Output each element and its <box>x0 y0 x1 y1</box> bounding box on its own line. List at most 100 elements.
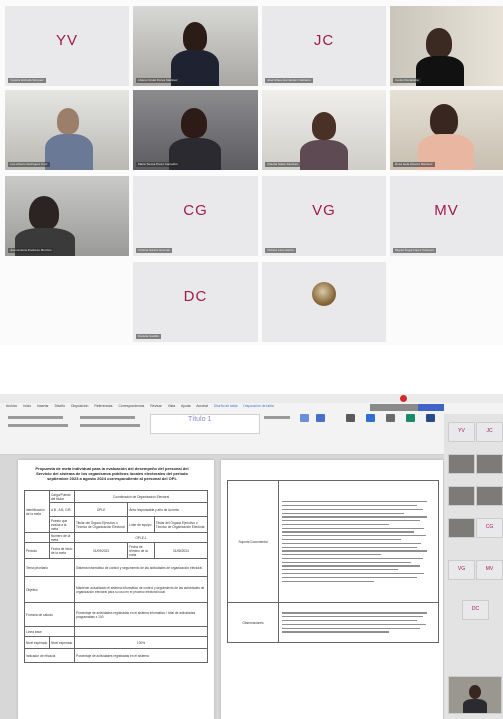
participant-video[interactable]: Rosa Isela Álvarez Martínez <box>390 90 503 170</box>
person-head <box>430 104 458 136</box>
mini-participant-initials: DC <box>471 605 480 612</box>
participant-initials: CG <box>183 201 208 219</box>
participant-video[interactable]: Claudia Salas Sánchez <box>262 90 386 170</box>
leader-value: Titular del Órgano Ejecutivo o Técnico d… <box>153 516 209 533</box>
mini-participant-video[interactable] <box>476 454 503 474</box>
comments-button[interactable] <box>370 404 396 411</box>
participants-panel: YV JC CG VG MV DC <box>444 414 503 719</box>
goal-number-label: Número de la meta <box>49 532 75 543</box>
participant-name: Cristina García Guzmán <box>136 248 173 253</box>
menu-bar: Archivo Inicio Insertar Diseño Disposici… <box>6 404 279 408</box>
participant-name: Carlos Ruvalcaba <box>393 78 421 83</box>
expected-level-value: 100% <box>74 636 208 649</box>
participant-name: Juan Antonio Pacheco Monzón <box>8 248 54 253</box>
menu-archivo[interactable]: Archivo <box>6 404 17 408</box>
mini-participant-video[interactable] <box>476 486 503 506</box>
theme-label: Tema prioritario <box>24 558 75 577</box>
mini-participant-initials: VG <box>457 565 466 572</box>
participant-video[interactable]: Carlos Ruvalcaba <box>390 6 503 86</box>
cargo-label: Cargo/Puesto del titular <box>49 490 75 503</box>
menu-diseno[interactable]: Diseño <box>55 404 66 408</box>
participant-video[interactable]: Juan Antonio Pacheco Monzón <box>5 176 129 256</box>
person-head <box>469 685 481 699</box>
area-value: OPLE <box>73 502 129 517</box>
support-table: Soporte Documental Observaciones <box>227 480 439 643</box>
paragraph-toolbar[interactable] <box>80 416 135 419</box>
participant-tile[interactable]: CG Cristina García Guzmán <box>133 176 258 256</box>
participant-tile[interactable]: MV Miguel Ángel López Vázquez <box>390 176 503 256</box>
editor-icon[interactable] <box>366 414 375 422</box>
participant-tile[interactable]: YV Yessica Estrada Vazquez <box>5 6 129 86</box>
mini-participant-video[interactable] <box>448 518 475 538</box>
acrobat-share-icon[interactable] <box>316 414 325 422</box>
mini-participant-tile[interactable]: YV <box>448 422 475 442</box>
mini-participant-tile[interactable]: DC <box>462 600 489 620</box>
menu-disposicion-tabla[interactable]: Disposición de tabla <box>243 404 273 408</box>
participant-name: Victoria Lara García <box>265 248 296 253</box>
style-heading1[interactable]: Título 1 <box>188 416 211 423</box>
active-speaker-video[interactable] <box>448 676 502 714</box>
mini-participant-tile[interactable]: JC <box>476 422 503 442</box>
mini-participant-video[interactable] <box>448 454 475 474</box>
participant-tile[interactable]: VG Victoria Lara García <box>262 176 386 256</box>
expected-level-sublabel: Nivel esperado <box>49 636 75 649</box>
participant-name: Yessica Estrada Vazquez <box>8 78 46 83</box>
mini-participant-tile[interactable]: MV <box>476 560 503 580</box>
goal-number-value: OPLE-1 <box>74 532 208 543</box>
area-code: A B , A B, C/B <box>49 502 75 517</box>
menu-referencias[interactable]: Referencias <box>94 404 112 408</box>
menu-insertar[interactable]: Insertar <box>37 404 49 408</box>
person-body <box>45 134 93 170</box>
grammarly-icon[interactable] <box>426 414 435 422</box>
text-lines <box>282 612 435 633</box>
mini-participant-initials: CG <box>485 523 494 530</box>
observaciones-content <box>278 602 439 643</box>
format-toolbar[interactable] <box>8 424 68 427</box>
soporte-documental-label: Soporte Documental <box>227 480 279 603</box>
share-button[interactable] <box>418 404 444 411</box>
menu-revisar[interactable]: Revisar <box>150 404 162 408</box>
alignment-toolbar[interactable] <box>80 424 140 427</box>
menu-ayuda[interactable]: Ayuda <box>181 404 191 408</box>
mini-participant-video[interactable] <box>448 486 475 506</box>
mini-participant-tile[interactable]: CG <box>476 518 503 538</box>
menu-acrobat[interactable]: Acrobat <box>196 404 208 408</box>
participant-video[interactable]: Maria Teresa Pérez Camacho <box>133 90 258 170</box>
objective-value: Mantener actualizado el sistema informát… <box>74 576 208 603</box>
menu-inicio[interactable]: Inicio <box>23 404 31 408</box>
addins-icon[interactable] <box>386 414 395 422</box>
evaluator-value: Titular del Órgano Ejecutivo o Técnico d… <box>73 516 129 533</box>
meta-table: Identificación de la meta Cargo/Puesto d… <box>24 490 209 663</box>
menu-disposicion[interactable]: Disposición <box>71 404 88 408</box>
participant-tile[interactable] <box>262 262 386 342</box>
participant-tile[interactable]: DC Daniela Castillo <box>133 262 258 342</box>
soporte-documental-content <box>278 480 439 603</box>
leader-label: Líder de equipo <box>127 516 155 533</box>
participant-video[interactable]: Luis Alberto Rodríguez Cruz <box>5 90 129 170</box>
font-selector[interactable] <box>8 416 63 419</box>
participant-initials: YV <box>55 31 78 49</box>
participant-name: Maria Teresa Pérez Camacho <box>136 162 180 167</box>
end-value: 31/08/2024 <box>153 542 209 559</box>
participant-video[interactable]: Liliana Cristal Flores Martinez <box>133 6 258 86</box>
menu-correspondencia[interactable]: Correspondencia <box>118 404 144 408</box>
edit-mode-button[interactable] <box>396 404 418 411</box>
person-head <box>426 28 452 58</box>
dictate-icon[interactable] <box>346 414 355 422</box>
word-screenshot: Archivo Inicio Insertar Diseño Disposici… <box>0 394 503 719</box>
participant-tile[interactable]: JC José Ulises Hernández Carrasco <box>262 6 386 86</box>
efficacy-value: Porcentaje de actividades registradas en… <box>74 648 208 663</box>
person-head <box>29 196 59 230</box>
copilot-icon[interactable] <box>406 414 415 422</box>
find-replace[interactable] <box>264 416 290 419</box>
menu-diseno-tabla[interactable]: Diseño de tabla <box>214 404 238 408</box>
menu-vista[interactable]: Vista <box>168 404 175 408</box>
mini-participant-tile[interactable]: VG <box>448 560 475 580</box>
acrobat-icon[interactable] <box>300 414 309 422</box>
person-body <box>463 699 487 713</box>
record-icon[interactable] <box>400 395 407 402</box>
expected-level-label: Nivel esperado <box>24 636 50 649</box>
efficacy-label: Indicador de eficacia <box>24 648 75 663</box>
person-head <box>181 108 207 138</box>
person-body <box>300 140 348 170</box>
